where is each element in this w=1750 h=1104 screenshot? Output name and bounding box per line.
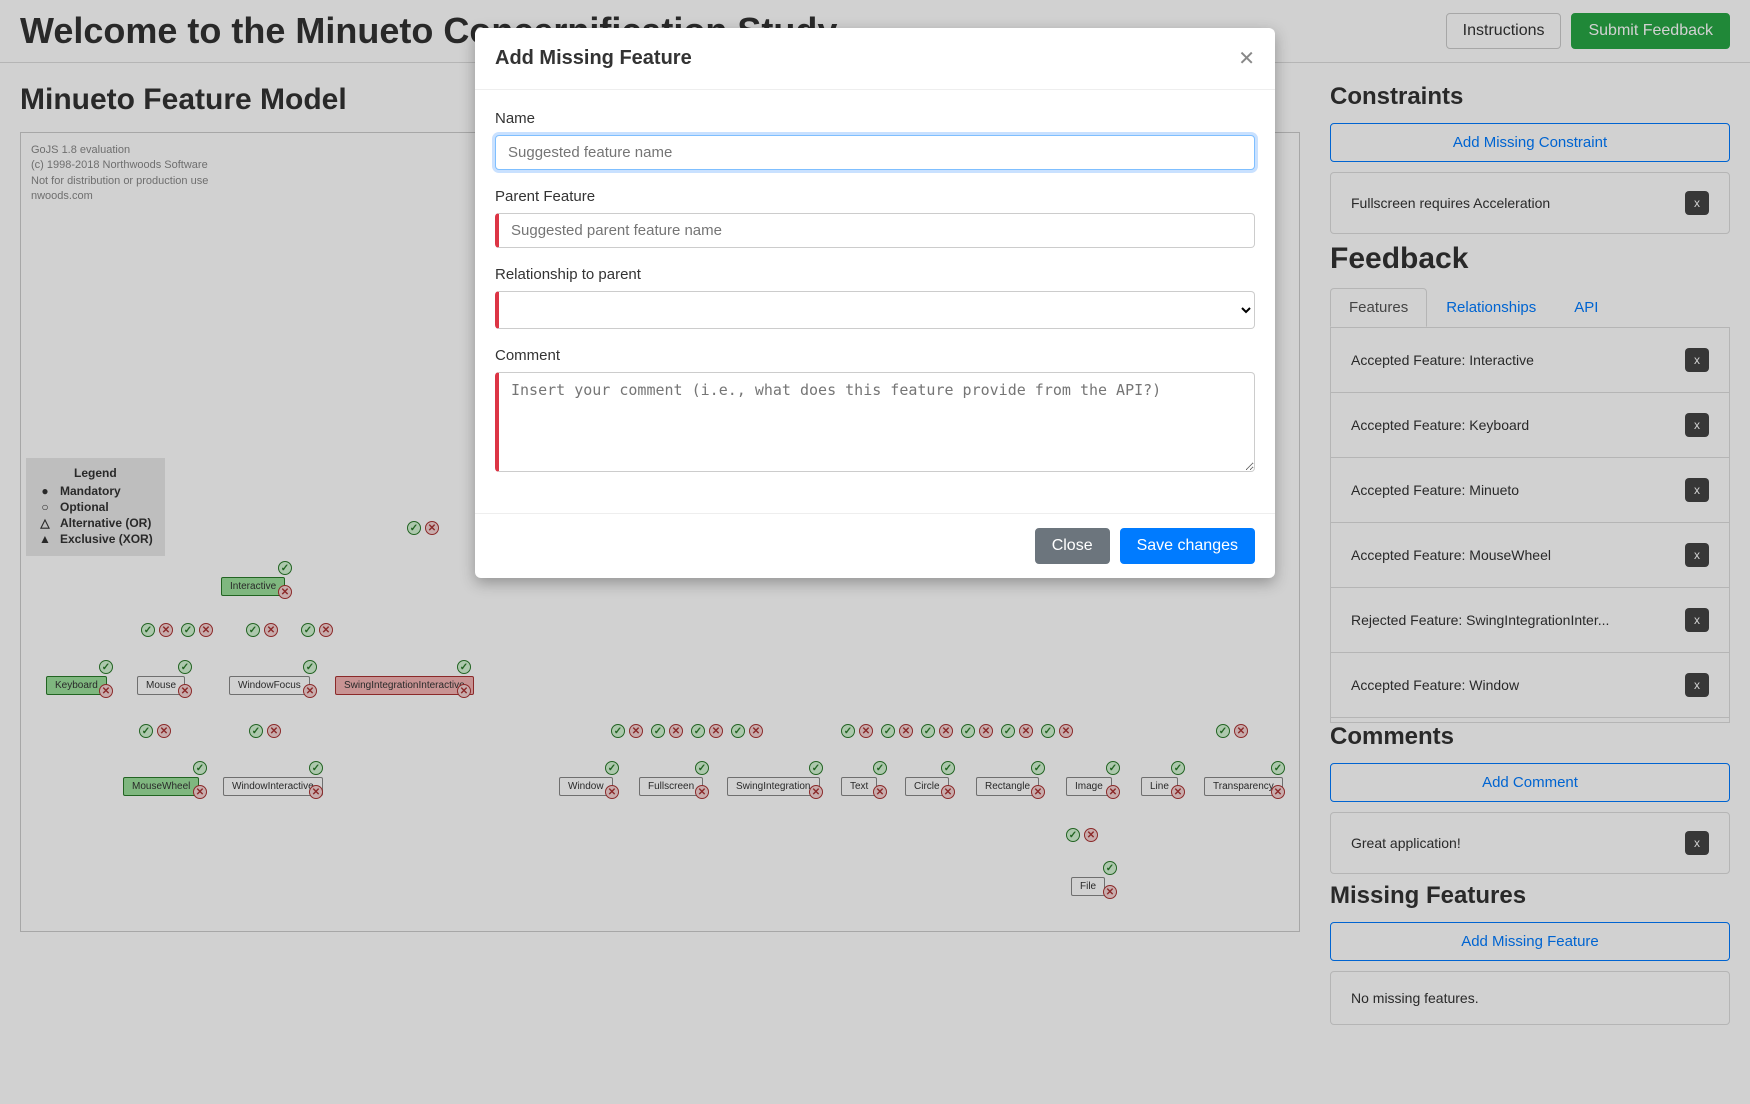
parent-input[interactable] [495,213,1255,248]
name-label: Name [495,110,1255,127]
name-input[interactable] [495,135,1255,170]
comment-label: Comment [495,347,1255,364]
relationship-select[interactable] [495,291,1255,329]
comment-textarea[interactable] [495,372,1255,472]
parent-label: Parent Feature [495,188,1255,205]
close-icon[interactable]: ✕ [1238,46,1255,71]
modal-title: Add Missing Feature [495,47,692,70]
close-button[interactable]: Close [1035,528,1110,564]
add-missing-feature-modal: Add Missing Feature ✕ Name Parent Featur… [475,28,1275,578]
save-changes-button[interactable]: Save changes [1120,528,1255,564]
relationship-label: Relationship to parent [495,266,1255,283]
modal-backdrop[interactable]: Add Missing Feature ✕ Name Parent Featur… [0,0,1750,1104]
